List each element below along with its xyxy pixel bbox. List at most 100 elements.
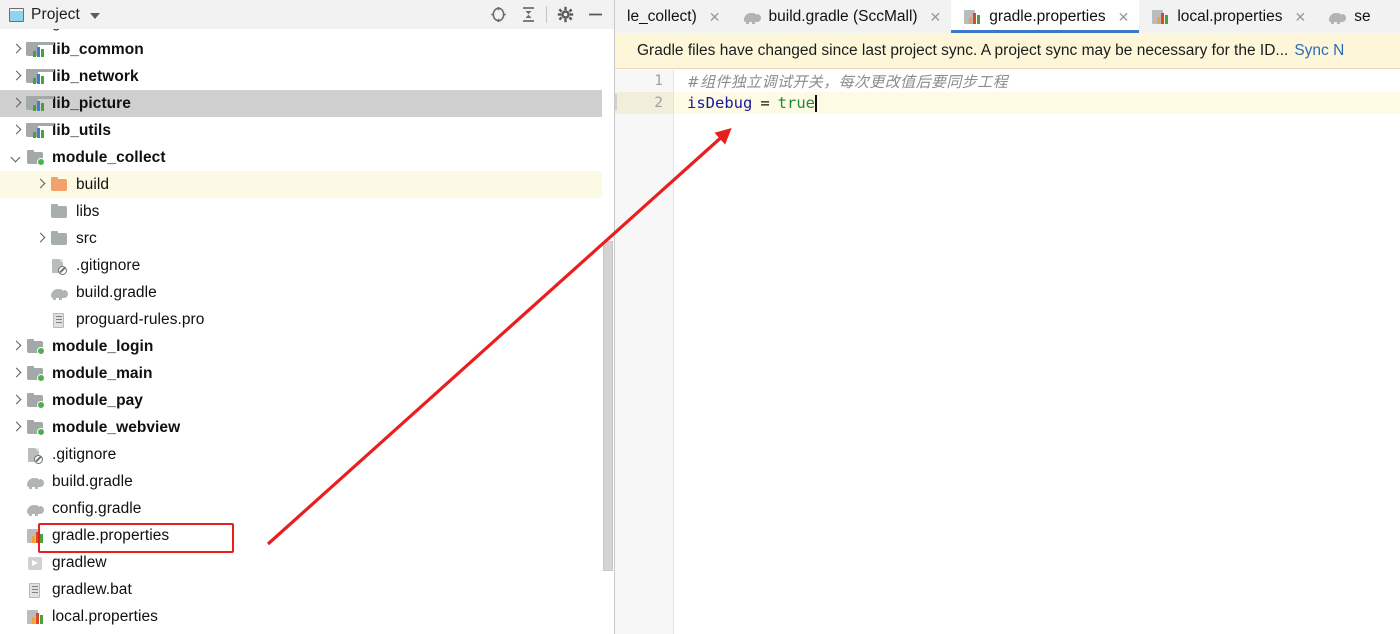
lib-module-icon: [26, 95, 54, 113]
no-chevron-spacer: [34, 205, 47, 218]
minimize-icon[interactable]: [580, 0, 610, 29]
module-folder-icon: [26, 338, 46, 356]
chevron-right-icon[interactable]: [10, 421, 23, 434]
tree-row-local-properties[interactable]: local.properties: [0, 603, 614, 630]
chevron-right-icon[interactable]: [10, 70, 23, 83]
editor-tab-label: le_collect): [627, 7, 697, 25]
module-folder-icon: [26, 392, 46, 410]
tree-row-lib-utils[interactable]: lib_utils: [0, 117, 614, 144]
close-icon[interactable]: ✕: [1294, 10, 1306, 24]
editor-tab-label: se: [1354, 7, 1371, 25]
tree-row-label: lib_network: [52, 67, 139, 85]
module-folder-icon: [26, 419, 46, 437]
gradle-elephant-icon: [26, 500, 46, 518]
tree-row-build-gradle[interactable]: build.gradle: [0, 468, 614, 495]
tree-row-module-main[interactable]: module_main: [0, 360, 614, 387]
tree-row-gradle-properties[interactable]: gradle.properties: [0, 522, 614, 549]
editor-tab-label: local.properties: [1177, 7, 1283, 25]
tree-row-proguard-rules-pro[interactable]: proguard-rules.pro: [0, 306, 614, 333]
editor-panel: le_collect) ✕ build.gradle (SccMall) ✕ gradl…: [615, 0, 1400, 634]
project-panel-title-group[interactable]: Project: [0, 6, 100, 24]
close-icon[interactable]: ✕: [709, 10, 721, 24]
editor-tab-bar[interactable]: le_collect) ✕ build.gradle (SccMall) ✕ gradl…: [615, 0, 1400, 34]
editor-tab-gradle-properties[interactable]: gradle.properties ✕: [951, 0, 1140, 33]
build-folder-icon: [50, 176, 70, 194]
tree-row-module-login[interactable]: module_login: [0, 333, 614, 360]
editor-tab-local-properties[interactable]: local.properties ✕: [1139, 0, 1316, 33]
editor-code-area[interactable]: #组件独立调试开关，每次更改值后要同步工程 isDebug = true: [674, 70, 1400, 634]
tree-row-gradlew[interactable]: gradlew: [0, 549, 614, 576]
editor-tab-se[interactable]: se: [1316, 0, 1380, 33]
no-chevron-spacer: [34, 259, 47, 272]
tree-row-label: build: [76, 175, 109, 193]
tree-row-lib-common[interactable]: lib_common: [0, 36, 614, 63]
chevron-right-icon[interactable]: [10, 394, 23, 407]
tree-row-gitignore[interactable]: .gitignore: [0, 441, 614, 468]
folder-icon: [50, 203, 70, 221]
tree-row-build-gradle[interactable]: build.gradle: [0, 279, 614, 306]
property-key: isDebug: [687, 94, 753, 112]
chevron-right-icon[interactable]: [34, 232, 47, 245]
project-panel-icon: [9, 7, 24, 22]
code-editor[interactable]: 1 2 #组件独立调试开关，每次更改值后要同步工程 isDebug = true: [615, 70, 1400, 634]
tree-row-lib-picture[interactable]: lib_picture: [0, 90, 614, 117]
module-folder-icon: [26, 365, 46, 383]
tree-row-module-collect[interactable]: module_collect: [0, 144, 614, 171]
line-number: 1: [654, 73, 663, 89]
sync-now-link[interactable]: Sync N: [1294, 42, 1344, 60]
editor-tab-build-gradle-sccmall[interactable]: build.gradle (SccMall) ✕: [731, 0, 952, 33]
tree-row-module-webview[interactable]: module_webview: [0, 414, 614, 441]
project-panel: Project lib_common lib_network lib_pictu…: [0, 0, 615, 634]
no-chevron-spacer: [10, 448, 23, 461]
tree-row-label: build.gradle: [76, 283, 157, 301]
chevron-right-icon[interactable]: [10, 124, 23, 137]
gradle-elephant-icon: [743, 8, 761, 26]
tree-row-label: config.gradle: [52, 499, 142, 517]
tree-row-gitignore[interactable]: .gitignore: [0, 252, 614, 279]
tree-row-gradle[interactable]: gradle: [0, 29, 614, 36]
close-icon[interactable]: ✕: [1118, 10, 1130, 24]
tree-row-label: src: [76, 229, 97, 247]
tree-row-libs[interactable]: libs: [0, 198, 614, 225]
properties-file-icon: [1151, 8, 1169, 26]
text-caret: [815, 94, 817, 112]
gradle-elephant-icon: [50, 284, 70, 302]
gradle-elephant-icon: [1328, 8, 1347, 26]
project-tree[interactable]: gradle lib_common lib_network lib_pictureli…: [0, 29, 614, 634]
tree-row-build[interactable]: build: [0, 171, 614, 198]
tree-row-config-gradle[interactable]: config.gradle: [0, 495, 614, 522]
chevron-right-icon[interactable]: [10, 43, 23, 56]
project-tree-scrollbar-thumb[interactable]: [603, 241, 613, 571]
tree-row-label: proguard-rules.pro: [76, 310, 205, 328]
project-panel-title: Project: [31, 5, 80, 23]
close-icon[interactable]: ✕: [930, 10, 942, 24]
chevron-right-icon[interactable]: [10, 340, 23, 353]
chevron-right-icon[interactable]: [10, 367, 23, 380]
tree-row-label: lib_utils: [52, 121, 112, 139]
tree-row-module-pay[interactable]: module_pay: [0, 387, 614, 414]
project-tree-scrollbar[interactable]: [602, 29, 614, 634]
collapse-all-icon[interactable]: [513, 0, 543, 29]
editor-tab-label: build.gradle (SccMall): [768, 7, 918, 25]
text-file-icon: [50, 311, 70, 329]
chevron-right-icon[interactable]: [10, 97, 23, 110]
tree-row-lib-network[interactable]: lib_network: [0, 63, 614, 90]
locate-in-tree-icon[interactable]: [483, 0, 513, 29]
gradle-sync-notification: Gradle files have changed since last pro…: [615, 33, 1400, 69]
gear-icon[interactable]: [550, 0, 580, 29]
code-line-assignment[interactable]: isDebug = true: [674, 92, 1400, 114]
tree-row-gradlew-bat[interactable]: gradlew.bat: [0, 576, 614, 603]
project-panel-toolbar: [483, 0, 610, 29]
code-line-comment[interactable]: #组件独立调试开关，每次更改值后要同步工程: [674, 70, 1400, 92]
chevron-right-icon[interactable]: [34, 178, 47, 191]
lib-module-icon: [26, 122, 54, 140]
no-chevron-spacer: [34, 286, 47, 299]
property-value: true: [777, 94, 815, 112]
editor-tab-le-collect[interactable]: le_collect) ✕: [615, 0, 731, 33]
tree-row-src[interactable]: src: [0, 225, 614, 252]
tree-row-label: build.gradle: [52, 472, 133, 490]
gutter-change-marker: [615, 94, 617, 110]
tree-row-label: module_pay: [52, 391, 143, 409]
chevron-down-icon[interactable]: [89, 12, 100, 19]
chevron-down-icon[interactable]: [10, 151, 23, 164]
